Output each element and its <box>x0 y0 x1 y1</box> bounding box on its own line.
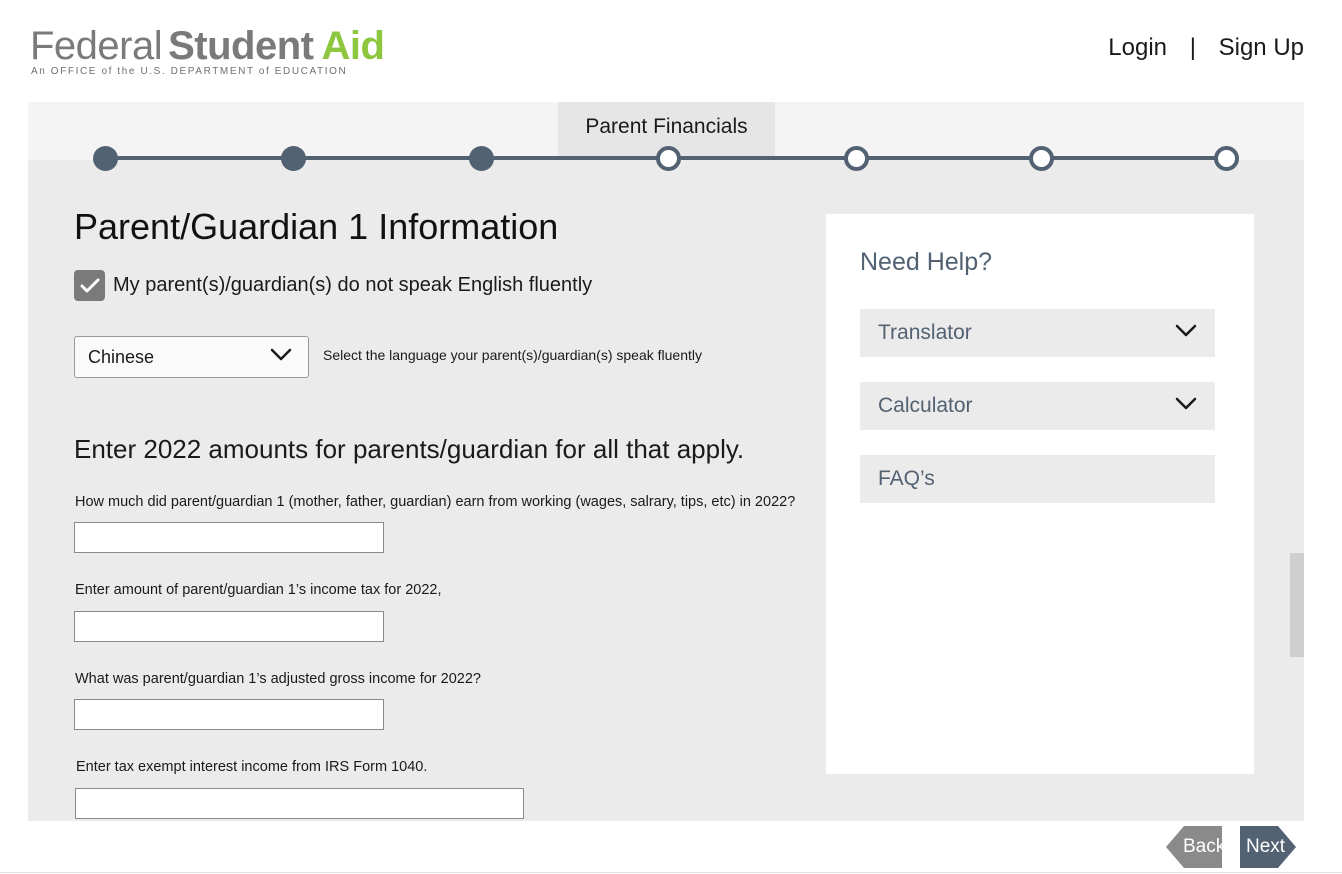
logo-wordmark: Federal Student Aid <box>30 24 385 68</box>
login-link[interactable]: Login <box>1108 34 1167 62</box>
calculator-label: Calculator <box>878 394 973 417</box>
footer-divider <box>0 872 1342 873</box>
signup-link[interactable]: Sign Up <box>1219 34 1304 62</box>
section-heading: Enter 2022 amounts for parents/guardian … <box>74 434 745 464</box>
chevron-down-icon <box>1175 324 1197 337</box>
scrollbar-thumb[interactable] <box>1290 553 1304 657</box>
progress-step-5 <box>844 146 869 171</box>
page-title: Parent/Guardian 1 Information <box>74 206 559 247</box>
logo-word-federal: Federal <box>30 24 163 68</box>
tax-exempt-input[interactable] <box>75 788 524 819</box>
not-fluent-checkbox[interactable] <box>74 270 105 301</box>
translator-accordion[interactable]: Translator <box>860 309 1215 357</box>
language-select-hint: Select the language your parent(s)/guard… <box>323 347 702 363</box>
not-fluent-label: My parent(s)/guardian(s) do not speak En… <box>113 274 593 296</box>
next-label: Next <box>1246 836 1286 857</box>
fsa-logo[interactable]: Federal Student Aid An OFFICE of the U.S. … <box>30 26 385 78</box>
earnings-input[interactable] <box>74 522 384 553</box>
agi-input[interactable] <box>74 699 384 730</box>
logo-word-student: Student <box>168 24 314 68</box>
question-tax-exempt-label: Enter tax exempt interest income from IR… <box>76 759 428 775</box>
translator-label: Translator <box>878 321 972 344</box>
income-tax-input[interactable] <box>74 611 384 642</box>
next-button[interactable]: Next <box>1240 826 1296 868</box>
faq-label: FAQ’s <box>878 467 935 490</box>
progress-step-6 <box>1029 146 1054 171</box>
help-title: Need Help? <box>860 248 993 276</box>
language-select-value: Chinese <box>88 347 155 367</box>
main-panel: Parent Financials Parent/Guardian 1 Info… <box>28 102 1304 821</box>
language-select[interactable]: Chinese <box>74 336 309 378</box>
faq-link[interactable]: FAQ’s <box>860 455 1215 503</box>
calculator-accordion[interactable]: Calculator <box>860 382 1215 430</box>
help-card: Need Help? Translator Calculator FAQ’s <box>826 214 1254 774</box>
progress-step-7 <box>1214 146 1239 171</box>
checkmark-icon <box>80 278 100 293</box>
chevron-down-icon <box>1175 397 1197 410</box>
auth-links: Login | Sign Up <box>1108 34 1304 62</box>
progress-step-1 <box>93 146 118 171</box>
chevron-down-icon <box>270 348 292 361</box>
logo-word-aid: Aid <box>321 24 385 68</box>
back-label: Back <box>1183 836 1226 857</box>
progress-step-3 <box>469 146 494 171</box>
question-agi-label: What was parent/guardian 1’s adjusted gr… <box>75 671 481 687</box>
progress-step-4 <box>656 146 681 171</box>
back-button[interactable]: Back <box>1166 826 1226 868</box>
auth-separator: | <box>1189 34 1196 61</box>
progress-step-2 <box>281 146 306 171</box>
logo-tagline: An OFFICE of the U.S. DEPARTMENT of EDUC… <box>31 66 348 77</box>
question-income-tax-label: Enter amount of parent/guardian 1’s inco… <box>75 582 442 598</box>
question-earnings-label: How much did parent/guardian 1 (mother, … <box>75 494 796 510</box>
